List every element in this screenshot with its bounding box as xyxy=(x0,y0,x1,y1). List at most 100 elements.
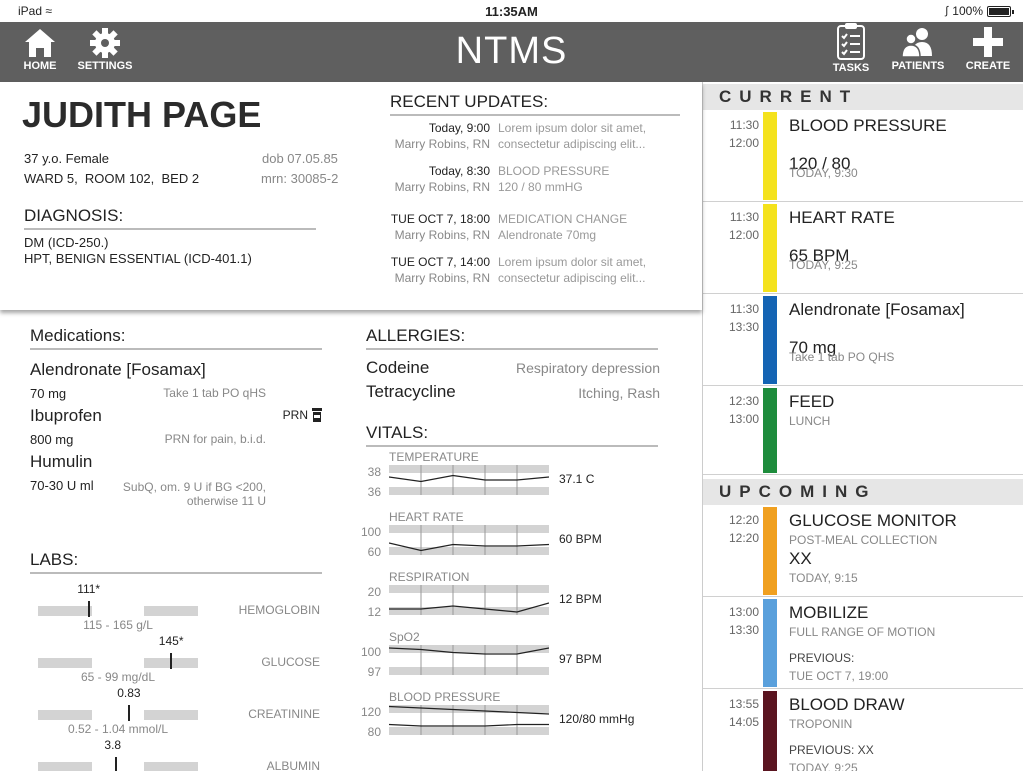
nav-bar: HOME SETTINGS NTMS TASKS PATIENTS CREATE xyxy=(0,22,1023,82)
vital-band-low xyxy=(389,487,549,495)
vital-current-value: 12 BPM xyxy=(559,592,602,606)
patient-details: Medications: Alendronate [Fosamax] 70 mg… xyxy=(0,310,702,771)
vital-current-value: 37.1 C xyxy=(559,472,595,486)
clock: 11:35AM xyxy=(485,4,538,19)
schedule-panel: CURRENT UPCOMING 11:30 12:00 BLOOD PRESSUR… xyxy=(702,82,1023,771)
patients-label: PATIENTS xyxy=(891,60,945,72)
update-entry[interactable]: TUE OCT 7, 14:00 Marry Robins, RN xyxy=(390,254,490,286)
vital-band-high xyxy=(389,585,549,593)
vital-label: SpO2 xyxy=(389,630,420,644)
vital-axis-low: 80 xyxy=(367,725,381,739)
create-button[interactable]: CREATE xyxy=(953,27,1023,72)
vital-trend-graph xyxy=(389,705,549,735)
vital-current-value: 60 BPM xyxy=(559,532,602,546)
update-text: BLOOD PRESSURE 120 / 80 mmHG xyxy=(498,163,609,195)
task-start-time: 11:30 xyxy=(729,118,759,132)
task-title: BLOOD DRAW xyxy=(789,695,905,714)
task-subtext: Take 1 tab PO QHS xyxy=(789,350,895,364)
task-detail: FULL RANGE OF MOTION xyxy=(789,625,936,639)
task-title: MOBILIZE xyxy=(789,603,869,622)
update-time: TUE OCT 7, 18:00 xyxy=(390,212,490,226)
task-color-bar xyxy=(763,112,777,200)
task-times: 12:20 12:20 xyxy=(719,511,759,547)
vital-trend-line xyxy=(389,474,549,483)
upcoming-heading: UPCOMING xyxy=(703,479,1023,505)
schedule-task[interactable]: 11:30 12:00 BLOOD PRESSURE 120 / 80 TODAY, 9… xyxy=(703,110,1023,202)
task-title: FEED xyxy=(789,392,835,411)
patient-summary-card: JUDITH PAGE 37 y.o. Female dob 07.05.85 … xyxy=(0,82,702,310)
update-line: Lorem ipsum dolor sit amet, xyxy=(498,121,647,135)
vital-band-high xyxy=(389,705,549,713)
schedule-task[interactable]: 11:30 12:00 HEART RATE 65 BPM TODAY, 9:25 xyxy=(703,202,1023,294)
vital-axis-high: 100 xyxy=(360,645,381,659)
vital-trend-graph xyxy=(389,525,549,555)
patients-icon xyxy=(901,28,932,58)
vital-axis-high: 100 xyxy=(360,525,381,539)
update-line: 120 / 80 mmHG xyxy=(498,180,583,194)
vital-trend-graph xyxy=(389,645,549,675)
task-color-bar xyxy=(763,204,777,292)
bluetooth-icon: ∫ xyxy=(945,5,949,17)
update-text: Lorem ipsum dolor sit amet, consectetur a… xyxy=(498,120,646,152)
schedule-task[interactable]: 13:00 13:30 MOBILIZE FULL RANGE OF MOTION PR… xyxy=(703,597,1023,689)
task-detail: LUNCH xyxy=(789,414,831,428)
task-start-time: 12:30 xyxy=(728,394,759,408)
task-detail: POST-MEAL COLLECTION xyxy=(789,533,938,547)
task-title: HEART RATE xyxy=(789,208,895,227)
update-author: Marry Robins, RN xyxy=(394,271,490,285)
patients-button[interactable]: PATIENTS xyxy=(883,28,953,72)
task-color-bar xyxy=(763,296,777,384)
task-previous-label: PREVIOUS: xyxy=(789,651,855,665)
update-entry[interactable]: Today, 9:00 Marry Robins, RN xyxy=(390,120,490,152)
patient-location: WARD 5, ROOM 102, BED 2 xyxy=(24,171,200,186)
vital-current-value: 97 BPM xyxy=(559,652,602,666)
update-time: Today, 8:30 xyxy=(428,164,490,178)
battery-icon xyxy=(987,5,1014,17)
diagnosis-item: HPT, BENIGN ESSENTIAL (ICD-401.1) xyxy=(24,251,252,266)
vital-trend-graph xyxy=(389,585,549,615)
clipboard-icon xyxy=(837,23,865,60)
status-bar: iPad ≈ 11:35AM ∫ 100% xyxy=(0,0,1023,22)
schedule-task[interactable]: 12:30 13:00 FEED LUNCH xyxy=(703,386,1023,475)
plus-icon xyxy=(973,27,1003,57)
update-line: Lorem ipsum dolor sit amet, xyxy=(498,255,647,269)
task-start-time: 13:00 xyxy=(728,605,759,619)
update-entry[interactable]: Today, 8:30 Marry Robins, RN xyxy=(390,163,490,195)
schedule-task[interactable]: 11:30 13:30 Alendronate [Fosamax] 70 mg Take… xyxy=(703,294,1023,386)
current-heading: CURRENT xyxy=(703,84,1023,110)
schedule-task[interactable]: 13:55 14:05 BLOOD DRAW TROPONIN PREVIOUS: XX… xyxy=(703,689,1023,771)
create-label: CREATE xyxy=(965,60,1011,72)
patient-mrn: mrn: 30085-2 xyxy=(261,171,339,186)
vital-label: BLOOD PRESSURE xyxy=(389,690,501,704)
vital-axis-low: 36 xyxy=(367,485,381,499)
update-text: Lorem ipsum dolor sit amet, consectetur a… xyxy=(498,254,646,286)
task-subtext: TODAY, 9:25 xyxy=(789,258,858,272)
task-end-time: 13:30 xyxy=(728,623,759,637)
task-times: 11:30 13:30 xyxy=(719,300,759,336)
recent-updates-heading: RECENT UPDATES: xyxy=(390,92,680,116)
tasks-label: TASKS xyxy=(832,62,870,74)
battery-percent: 100% xyxy=(952,4,983,18)
patient-name: JUDITH PAGE xyxy=(22,94,262,135)
task-subtext: TODAY, 9:25 xyxy=(789,761,858,771)
task-start-time: 12:20 xyxy=(728,513,759,527)
vital-axis-low: 60 xyxy=(367,545,381,559)
tasks-button[interactable]: TASKS xyxy=(816,23,886,74)
task-reading: XX xyxy=(789,549,812,568)
battery-status: ∫ 100% xyxy=(945,4,1014,18)
update-line: consectetur adipiscing elit... xyxy=(498,137,646,151)
vital-axis-high: 20 xyxy=(367,585,381,599)
update-line: consectetur adipiscing elit... xyxy=(498,271,646,285)
update-entry[interactable]: TUE OCT 7, 18:00 Marry Robins, RN xyxy=(390,211,490,243)
task-end-time: 13:00 xyxy=(728,412,759,426)
update-line: MEDICATION CHANGE xyxy=(498,212,628,226)
update-text: MEDICATION CHANGE Alendronate 70mg xyxy=(498,211,627,243)
task-end-time: 14:05 xyxy=(728,715,759,729)
schedule-task[interactable]: 12:20 12:20 GLUCOSE MONITOR POST-MEAL COLLE… xyxy=(703,505,1023,597)
update-line: Alendronate 70mg xyxy=(498,228,597,242)
update-author: Marry Robins, RN xyxy=(394,228,490,242)
vitals-list: TEMPERATURE 38 36 37.1 C HEART RATE 100 60 60 B… xyxy=(0,310,702,771)
diagnosis-item: DM (ICD-250.) xyxy=(24,235,109,250)
task-end-time: 12:00 xyxy=(728,228,759,242)
update-line: BLOOD PRESSURE xyxy=(498,164,610,178)
